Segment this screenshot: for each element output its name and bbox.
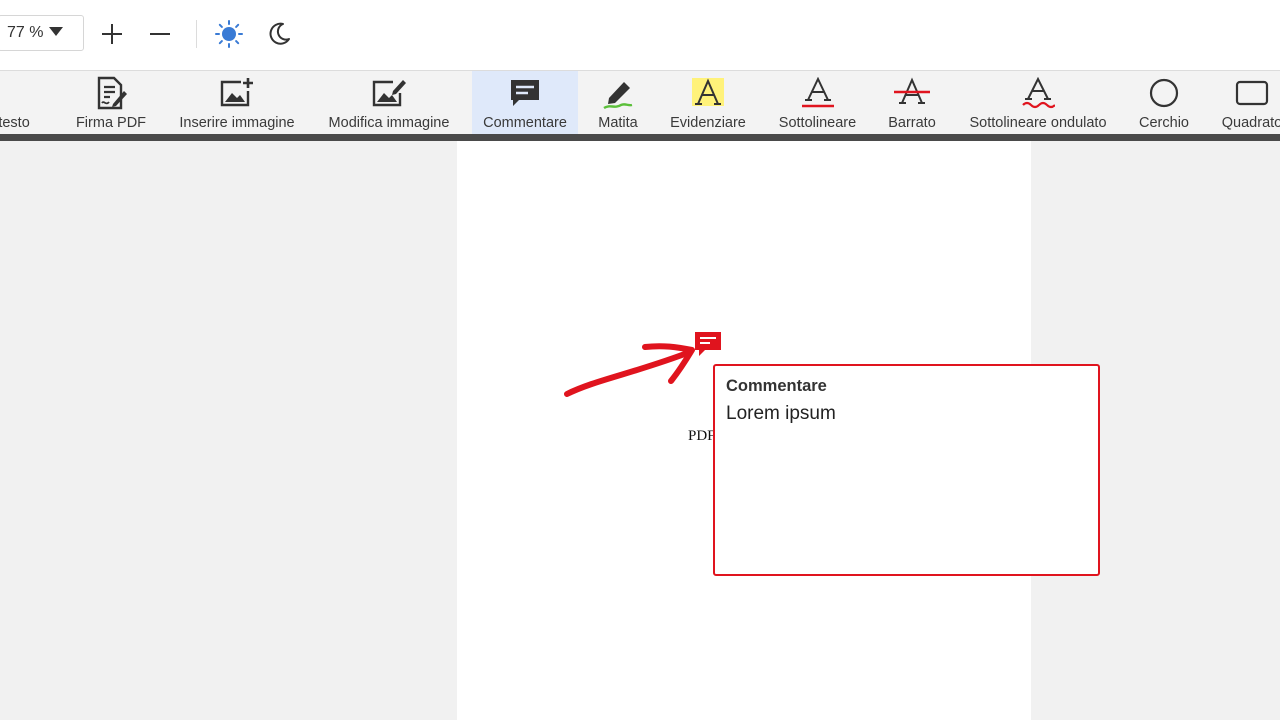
- zoom-value: 77 %: [7, 24, 44, 41]
- plus-icon: [102, 24, 122, 44]
- tool-insert-image[interactable]: Inserire immagine: [170, 71, 304, 134]
- moon-icon: [269, 22, 290, 45]
- add-image-icon: [219, 71, 255, 115]
- tool-label: Firma PDF: [75, 115, 147, 131]
- tool-square[interactable]: Quadrato: [1212, 71, 1280, 134]
- highlight-icon: [692, 71, 724, 115]
- comment-body[interactable]: Lorem ipsum: [726, 403, 836, 425]
- tool-label: Cerchio: [1139, 115, 1189, 131]
- toolbar-divider: [0, 134, 1280, 141]
- tool-label: Sottolineare ondulato: [969, 115, 1107, 131]
- sun-icon: [215, 20, 243, 48]
- tool-pencil[interactable]: Matita: [588, 71, 648, 134]
- pencil-icon: [601, 71, 635, 115]
- dark-mode-button[interactable]: [263, 18, 295, 50]
- wavy-underline-icon: [1021, 71, 1055, 115]
- minus-icon: [150, 33, 170, 35]
- comment-title: Commentare: [726, 377, 827, 395]
- tool-label: Commentare: [483, 115, 567, 131]
- tool-edit-image[interactable]: Modifica immagine: [318, 71, 460, 134]
- chevron-down-icon: [49, 24, 64, 42]
- tool-label: Inserire immagine: [179, 115, 295, 131]
- tool-label: Matita: [598, 115, 638, 131]
- annotation-toolbar: e testo Firma PDF Inserire immagine: [0, 71, 1280, 134]
- light-mode-button[interactable]: [213, 18, 245, 50]
- tool-label: Evidenziare: [670, 115, 746, 131]
- tool-label: e testo: [0, 115, 30, 131]
- tool-sign-pdf[interactable]: Firma PDF: [66, 71, 156, 134]
- tool-add-text[interactable]: e testo: [0, 71, 56, 134]
- edit-image-icon: [371, 71, 407, 115]
- tool-circle[interactable]: Cerchio: [1130, 71, 1198, 134]
- tool-highlight[interactable]: Evidenziare: [662, 71, 754, 134]
- zoom-out-button[interactable]: [144, 18, 176, 50]
- comment-marker-icon[interactable]: [695, 332, 721, 356]
- square-icon: [1235, 71, 1269, 115]
- divider: [196, 20, 197, 48]
- zoom-in-button[interactable]: [96, 18, 128, 50]
- tool-label: Sottolineare: [778, 115, 857, 131]
- sign-document-icon: [93, 71, 129, 115]
- tool-label: Quadrato: [1221, 115, 1280, 131]
- underline-icon: [801, 71, 835, 115]
- tool-comment[interactable]: Commentare: [472, 71, 578, 134]
- strikethrough-icon: [893, 71, 931, 115]
- tool-underline[interactable]: Sottolineare: [770, 71, 865, 134]
- comment-icon: [509, 71, 541, 115]
- tool-label: Modifica immagine: [328, 115, 450, 131]
- hand-drawn-arrow[interactable]: [555, 335, 715, 405]
- tool-strikethrough[interactable]: Barrato: [880, 71, 944, 134]
- page-text: PDF: [688, 428, 716, 444]
- circle-icon: [1148, 71, 1180, 115]
- tool-wavy-underline[interactable]: Sottolineare ondulato: [958, 71, 1118, 134]
- top-bar: 77 %: [0, 0, 1280, 71]
- tool-label: Barrato: [888, 115, 936, 131]
- zoom-select[interactable]: 77 %: [0, 15, 84, 51]
- comment-popup[interactable]: Commentare Lorem ipsum: [713, 364, 1100, 576]
